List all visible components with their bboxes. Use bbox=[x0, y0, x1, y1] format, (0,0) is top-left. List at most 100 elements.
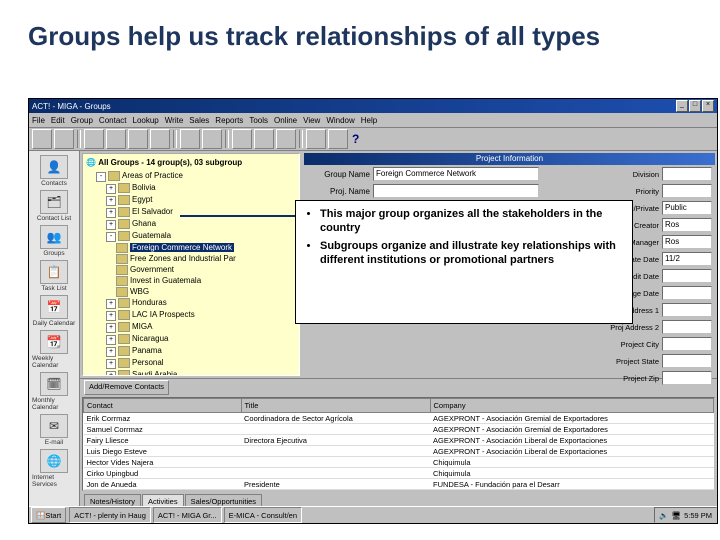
close-button[interactable]: × bbox=[702, 100, 714, 112]
table-row[interactable]: Fairy LliesceDirectora EjecutivaAGEXPRON… bbox=[84, 435, 714, 446]
taskbar: 🪟 Start ACT! - plenty in Haug ACT! - MIG… bbox=[29, 506, 717, 523]
proj-city-input[interactable] bbox=[662, 337, 712, 351]
tool-6[interactable] bbox=[150, 129, 170, 149]
tray-icon: 🖥 bbox=[672, 511, 682, 520]
maximize-button[interactable]: □ bbox=[689, 100, 701, 112]
tool-save[interactable] bbox=[54, 129, 74, 149]
lower-pane: Add/Remove Contacts Contact Title Compan… bbox=[80, 379, 717, 509]
help-icon[interactable]: ? bbox=[352, 132, 359, 146]
tool-12[interactable] bbox=[306, 129, 326, 149]
proj-addr1-input[interactable] bbox=[662, 303, 712, 317]
system-tray[interactable]: 🔊 🖥 5:59 PM bbox=[654, 507, 717, 523]
proj-state-input[interactable] bbox=[662, 354, 712, 368]
division-input[interactable] bbox=[662, 167, 712, 181]
tool-open[interactable] bbox=[32, 129, 52, 149]
window-title: ACT! - MIGA - Groups bbox=[32, 102, 111, 111]
create-date-input[interactable]: 11/2 bbox=[662, 252, 712, 266]
tool-3[interactable] bbox=[84, 129, 104, 149]
task-2[interactable]: ACT! - MIGA Gr... bbox=[153, 507, 222, 523]
annotation-callout: This major group organizes all the stake… bbox=[295, 200, 633, 324]
menu-file[interactable]: File bbox=[32, 116, 45, 125]
tool-10[interactable] bbox=[254, 129, 274, 149]
vb-email[interactable]: ✉E-mail bbox=[32, 414, 76, 446]
task-3[interactable]: E-MICA - Consult/en bbox=[224, 507, 302, 523]
col-title[interactable]: Title bbox=[241, 399, 430, 413]
table-row[interactable]: Samuel CorrmazAGEXPRONT - Asociación Gre… bbox=[84, 424, 714, 435]
add-remove-contacts-button[interactable]: Add/Remove Contacts bbox=[84, 380, 169, 395]
table-row[interactable]: Erik CorrmazCoordinadora de Sector Agríc… bbox=[84, 413, 714, 424]
public-private-input[interactable]: Public bbox=[662, 201, 712, 215]
task-1[interactable]: ACT! - plenty in Haug bbox=[69, 507, 151, 523]
titlebar: ACT! - MIGA - Groups _ □ × bbox=[29, 99, 717, 113]
daily-cal-icon: 📅 bbox=[40, 295, 68, 319]
menubar[interactable]: File Edit Group Contact Lookup Write Sal… bbox=[29, 113, 717, 128]
vb-weekly-calendar[interactable]: 📆Weekly Calendar bbox=[32, 330, 76, 369]
minimize-button[interactable]: _ bbox=[676, 100, 688, 112]
vb-internet[interactable]: 🌐Internet Services bbox=[32, 449, 76, 488]
vb-contacts[interactable]: 👤Contacts bbox=[32, 155, 76, 187]
proj-addr2-input[interactable] bbox=[662, 320, 712, 334]
groups-tree-pane: 🌐 All Groups - 14 group(s), 03 subgroup … bbox=[82, 153, 300, 376]
group-name-label: Group Name bbox=[304, 170, 373, 179]
col-contact[interactable]: Contact bbox=[84, 399, 242, 413]
tool-7[interactable] bbox=[180, 129, 200, 149]
clock: 5:59 PM bbox=[684, 511, 712, 520]
tray-icon: 🔊 bbox=[659, 511, 668, 520]
internet-icon: 🌐 bbox=[40, 449, 68, 473]
menu-help[interactable]: Help bbox=[361, 116, 377, 125]
start-button[interactable]: 🪟 Start bbox=[31, 507, 66, 523]
tree-selected[interactable]: Foreign Commerce Network bbox=[116, 242, 296, 253]
vb-groups[interactable]: 👥Groups bbox=[32, 225, 76, 257]
email-icon: ✉ bbox=[40, 414, 68, 438]
groups-tree[interactable]: -Areas of Practice +Bolivia +Egypt +El S… bbox=[86, 170, 296, 376]
table-row[interactable]: Hector Vides NajeraChiquimula bbox=[84, 457, 714, 468]
record-creator-input[interactable]: Ros bbox=[662, 218, 712, 232]
slide-title: Groups help us track relationships of al… bbox=[28, 22, 600, 50]
menu-sales[interactable]: Sales bbox=[189, 116, 209, 125]
tree-header: 🌐 All Groups - 14 group(s), 03 subgroup bbox=[86, 157, 296, 168]
table-row[interactable]: Luis Diego EsteveAGEXPRONT - Asociación … bbox=[84, 446, 714, 457]
tool-9[interactable] bbox=[232, 129, 252, 149]
monthly-cal-icon: 🗓 bbox=[40, 372, 68, 396]
menu-view[interactable]: View bbox=[303, 116, 320, 125]
vb-task-list[interactable]: 📋Task List bbox=[32, 260, 76, 292]
toolbar: ? bbox=[29, 128, 717, 151]
menu-window[interactable]: Window bbox=[326, 116, 354, 125]
menu-write[interactable]: Write bbox=[165, 116, 184, 125]
menu-group[interactable]: Group bbox=[71, 116, 93, 125]
form-header: Project Information bbox=[304, 153, 715, 165]
menu-reports[interactable]: Reports bbox=[215, 116, 243, 125]
menu-online[interactable]: Online bbox=[274, 116, 297, 125]
menu-lookup[interactable]: Lookup bbox=[133, 116, 159, 125]
proj-zip-input[interactable] bbox=[662, 371, 712, 385]
table-row[interactable]: Cirko UpingbudChiquimula bbox=[84, 468, 714, 479]
tool-13[interactable] bbox=[328, 129, 348, 149]
view-bar: 👤Contacts 🗂Contact List 👥Groups 📋Task Li… bbox=[29, 151, 80, 509]
groups-icon: 👥 bbox=[40, 225, 68, 249]
vb-contact-list[interactable]: 🗂Contact List bbox=[32, 190, 76, 222]
table-row[interactable]: Jon de AnuedaPresidenteFUNDESA - Fundaci… bbox=[84, 479, 714, 490]
priority-input[interactable] bbox=[662, 184, 712, 198]
task-list-icon: 📋 bbox=[40, 260, 68, 284]
vb-daily-calendar[interactable]: 📅Daily Calendar bbox=[32, 295, 76, 327]
tool-8[interactable] bbox=[202, 129, 222, 149]
weekly-cal-icon: 📆 bbox=[40, 330, 68, 354]
menu-contact[interactable]: Contact bbox=[99, 116, 127, 125]
contacts-icon: 👤 bbox=[40, 155, 68, 179]
record-manager-input[interactable]: Ros bbox=[662, 235, 712, 249]
contacts-grid[interactable]: Contact Title Company Erik CorrmazCoordi… bbox=[82, 397, 715, 491]
group-name-input[interactable]: Foreign Commerce Network bbox=[373, 167, 539, 181]
tool-5[interactable] bbox=[128, 129, 148, 149]
proj-name-input[interactable] bbox=[373, 184, 539, 198]
merge-date-input[interactable] bbox=[662, 286, 712, 300]
vb-monthly-calendar[interactable]: 🗓Monthly Calendar bbox=[32, 372, 76, 411]
tool-11[interactable] bbox=[276, 129, 296, 149]
col-company[interactable]: Company bbox=[430, 399, 714, 413]
menu-tools[interactable]: Tools bbox=[249, 116, 268, 125]
edit-date-input[interactable] bbox=[662, 269, 712, 283]
tool-4[interactable] bbox=[106, 129, 126, 149]
table-row[interactable]: Rica UpAgricultural Specialist bbox=[84, 490, 714, 492]
contact-list-icon: 🗂 bbox=[40, 190, 68, 214]
menu-edit[interactable]: Edit bbox=[51, 116, 65, 125]
proj-name-label: Proj. Name bbox=[304, 187, 373, 196]
